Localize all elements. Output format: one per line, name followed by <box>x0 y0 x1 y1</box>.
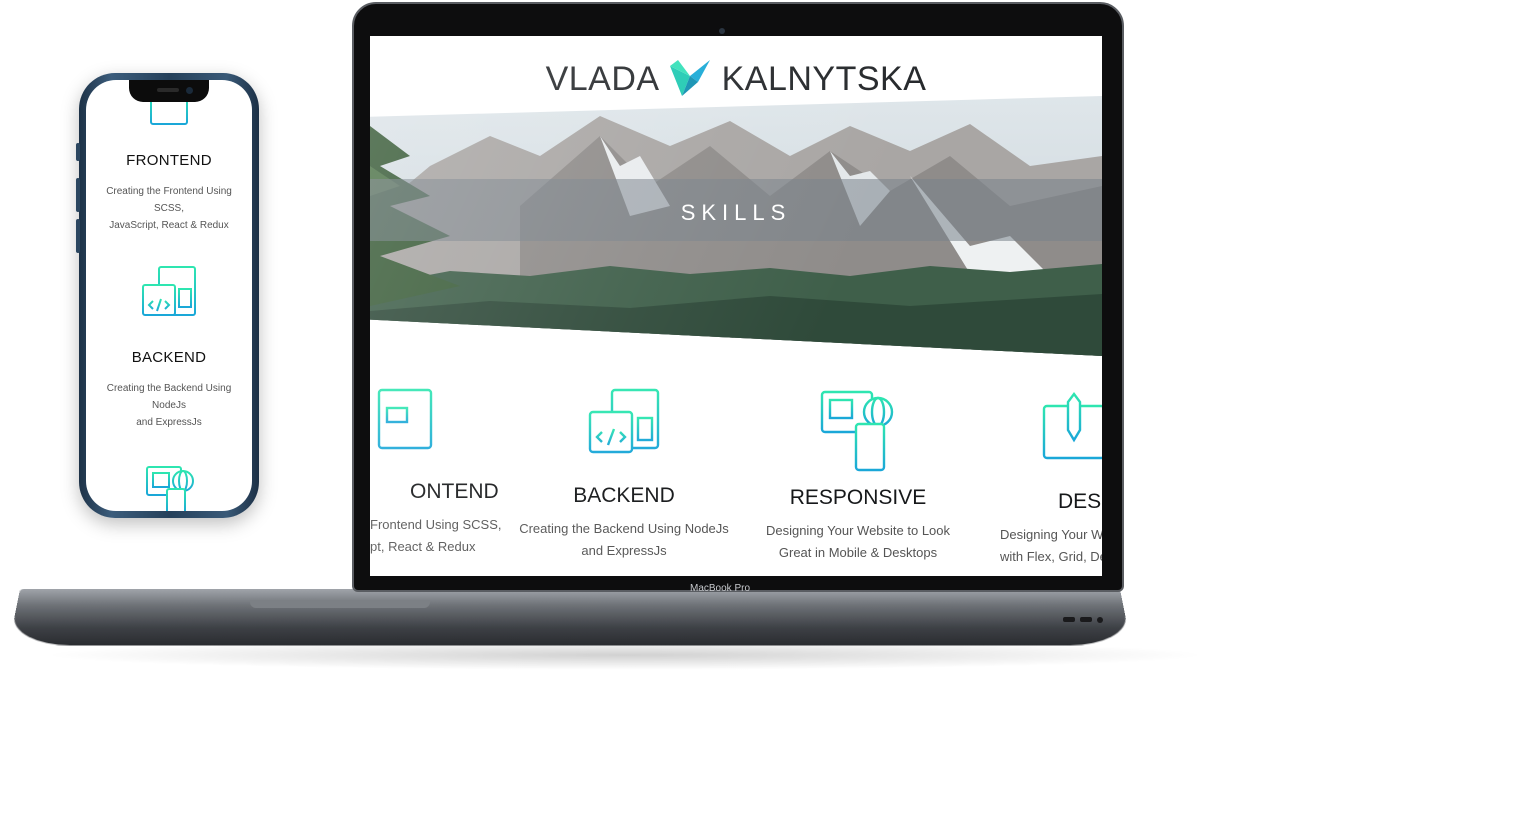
phone-volume-up <box>76 178 80 212</box>
usb-c-port <box>1080 617 1092 622</box>
skill-desc: Creating the Backend Using NodeJs and Ex… <box>509 518 739 562</box>
skill-desc-line: Designing Your Web <box>1000 527 1102 542</box>
logo-text-left: VLADA <box>545 60 658 98</box>
skill-desc-line: Frontend Using SCSS, <box>370 517 502 532</box>
phone-mockup: FRONTEND Creating the Frontend Using SCS… <box>76 73 259 518</box>
phone-speaker <box>157 88 179 92</box>
laptop-model-label: MacBook Pro <box>689 583 751 594</box>
skill-desc-line: Creating the Backend Using NodeJs <box>519 521 729 536</box>
skill-desc: Designing Your Website to Look Great in … <box>743 520 973 564</box>
mobile-skill-desc: Creating the Backend Using NodeJs and Ex… <box>86 380 252 431</box>
devices-globe-icon <box>820 390 894 472</box>
laptop-base-notch <box>250 600 430 608</box>
phone-volume-down <box>76 219 80 253</box>
phone-mute-switch <box>76 143 80 161</box>
skill-frontend: ONTEND Frontend Using SCSS, pt, React & … <box>370 386 520 558</box>
skill-title: DESI <box>1058 490 1102 513</box>
laptop-base <box>8 589 1132 646</box>
skill-desc-line: Designing Your Website to Look <box>765 523 951 538</box>
devices-globe-icon <box>146 466 194 511</box>
skill-title: ONTEND <box>410 480 499 503</box>
headphone-jack <box>1097 617 1103 623</box>
code-window-icon <box>588 388 660 468</box>
monitor-layout-icon <box>377 388 433 464</box>
skill-desc-line: Great in Mobile & Desktops <box>778 545 938 560</box>
skill-title: BACKEND <box>573 484 675 507</box>
section-title: SKILLS <box>680 200 792 225</box>
mobile-skill-title: BACKEND <box>131 349 207 366</box>
skill-title: RESPONSIVE <box>789 486 927 509</box>
code-window-icon <box>142 266 196 326</box>
usb-c-port <box>1063 617 1075 622</box>
logo-bird-icon <box>669 60 710 96</box>
site-logo[interactable]: VLADA KALNYTSKA <box>370 56 1102 100</box>
mobile-skill-responsive <box>86 463 252 511</box>
skill-design: DESI Designing Your Web with Flex, Grid,… <box>980 392 1102 568</box>
phone-camera <box>186 87 193 94</box>
mobile-skill-desc-line: Creating the Backend Using NodeJs <box>106 383 232 411</box>
mobile-skill-frontend: FRONTEND Creating the Frontend Using SCS… <box>86 80 252 234</box>
phone-notch <box>129 80 209 102</box>
skill-desc: Designing Your Web with Flex, Grid, Desi <box>980 524 1102 568</box>
laptop-webcam <box>719 28 725 34</box>
laptop-screen: VLADA KALNYTSKA SKILLS ONTEND Frontend U… <box>370 36 1102 576</box>
skill-responsive: RESPONSIVE Designing Your Website to Loo… <box>743 390 973 564</box>
phone-screen: FRONTEND Creating the Frontend Using SCS… <box>86 80 252 511</box>
mobile-skill-desc: Creating the Frontend Using SCSS, JavaSc… <box>86 183 252 234</box>
design-pen-icon <box>1042 392 1102 474</box>
skill-desc-line: pt, React & Redux <box>370 539 476 554</box>
skill-desc-line: with Flex, Grid, Desi <box>1000 549 1102 564</box>
mobile-skill-desc-line: JavaScript, React & Redux <box>109 220 229 231</box>
skill-desc-line: and ExpressJs <box>581 543 667 558</box>
mobile-skill-desc-line: Creating the Frontend Using SCSS, <box>106 186 232 214</box>
mobile-skill-backend: BACKEND Creating the Backend Using NodeJ… <box>86 265 252 431</box>
logo-text-right: KALNYTSKA <box>721 60 927 98</box>
mobile-skill-title: FRONTEND <box>126 152 212 169</box>
skill-backend: BACKEND Creating the Backend Using NodeJ… <box>509 388 739 562</box>
mobile-skill-desc-line: and ExpressJs <box>136 417 202 428</box>
skill-desc: Frontend Using SCSS, pt, React & Redux <box>370 514 520 558</box>
